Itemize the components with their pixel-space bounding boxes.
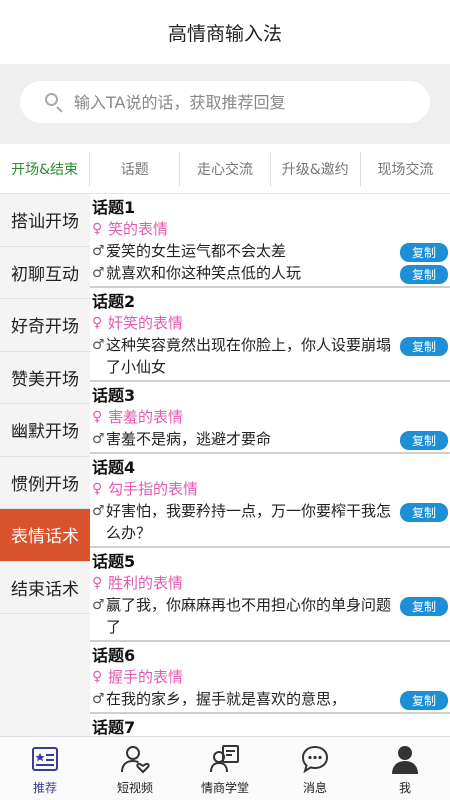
topic-title: 话题4 — [92, 458, 136, 477]
emotion-label: 握手的表情 — [108, 668, 184, 686]
emotion-label: 害羞的表情 — [108, 408, 184, 426]
tab-upgrade-invite[interactable]: 升级&邀约 — [271, 151, 361, 186]
emotion-label: 奸笑的表情 — [108, 314, 184, 332]
male-icon: ♂ — [92, 337, 105, 353]
tab-onsite-talk[interactable]: 现场交流 — [361, 152, 450, 186]
reply-text: 在我的家乡，握手就是喜欢的意思， — [106, 690, 347, 708]
reply-text: 爱笑的女生运气都不会太差 — [106, 242, 287, 260]
list-star-icon — [32, 747, 58, 771]
nav-label: 推荐 — [32, 781, 57, 795]
reply-row: ♂ 在我的家乡，握手就是喜欢的意思， 复制 — [92, 688, 450, 710]
nav-recommend[interactable]: 推荐 — [0, 737, 90, 800]
female-icon: ♀ — [92, 409, 103, 425]
copy-button[interactable]: 复制 — [400, 431, 448, 450]
female-icon: ♀ — [92, 481, 103, 497]
topic-item: 话题4 ♀ 勾手指的表情 ♂ 好害怕，我要矜持一点，万一你要榨干我怎么办？ 复制 — [90, 454, 450, 548]
female-icon: ♀ — [92, 669, 103, 685]
search-box[interactable] — [20, 81, 430, 123]
topic-title: 话题1 — [92, 198, 136, 217]
copy-button[interactable]: 复制 — [400, 265, 448, 284]
sidebar-item-first-chat[interactable]: 初聊互动 — [0, 247, 90, 299]
reply-text: 害羞不是病，逃避才要命 — [106, 430, 272, 448]
nav-label: 消息 — [302, 781, 327, 795]
nav-messages[interactable]: 消息 — [270, 737, 360, 800]
topic-title: 话题5 — [92, 552, 136, 571]
copy-button[interactable]: 复制 — [400, 243, 448, 262]
emotion-label: 笑的表情 — [108, 220, 169, 238]
male-icon: ♂ — [92, 691, 105, 707]
user-icon — [392, 746, 418, 774]
search-icon — [44, 92, 64, 113]
topic-title: 话题3 — [92, 386, 136, 405]
emotion-line: ♀ 胜利的表情 — [92, 572, 450, 594]
topic-item: 话题5 ♀ 胜利的表情 ♂ 赢了我，你麻麻再也不用担心你的单身问题了 复制 — [90, 548, 450, 642]
sidebar-item-praise-opener[interactable]: 赞美开场 — [0, 352, 90, 404]
tab-opening-ending[interactable]: 开场&结束 — [0, 151, 91, 186]
male-icon: ♂ — [92, 431, 105, 447]
topic-title: 话题6 — [92, 646, 136, 665]
emotion-line: ♀ 害羞的表情 — [92, 406, 450, 428]
reply-row: ♂ 爱笑的女生运气都不会太差 复制 — [92, 240, 450, 262]
sidebar-item-pickup-opener[interactable]: 搭讪开场 — [0, 194, 90, 247]
emotion-line: ♀ 笑的表情 — [92, 218, 450, 240]
sidebar-item-humor-opener[interactable]: 幽默开场 — [0, 404, 90, 457]
topic-list: 话题1 ♀ 笑的表情 ♂ 爱笑的女生运气都不会太差 复制 ♂ 就喜欢和你这种笑点低的人玩… — [90, 194, 450, 736]
reply-row: ♂ 好害怕，我要矜持一点，万一你要榨干我怎么办？ 复制 — [92, 500, 450, 544]
copy-button[interactable]: 复制 — [400, 337, 448, 356]
tab-heart-talk[interactable]: 走心交流 — [180, 151, 271, 186]
nav-label: 情商学堂 — [200, 781, 249, 795]
female-icon: ♀ — [92, 315, 103, 331]
male-icon: ♂ — [92, 503, 105, 519]
nav-label: 我 — [398, 781, 411, 795]
male-icon: ♂ — [92, 265, 105, 281]
app-title: 高情商输入法 — [0, 0, 450, 64]
emotion-label: 胜利的表情 — [108, 574, 184, 592]
topic-title: 话题2 — [92, 292, 136, 311]
category-tabs: 开场&结束 话题 走心交流 升级&邀约 现场交流 — [0, 144, 450, 194]
nav-label: 短视频 — [116, 781, 153, 795]
reply-text: 就喜欢和你这种笑点低的人玩 — [106, 264, 302, 282]
male-icon: ♂ — [92, 243, 105, 259]
topic-item: 话题7 — [90, 714, 450, 736]
emotion-line: ♀ 奸笑的表情 — [92, 312, 450, 334]
emotion-line: ♀ 勾手指的表情 — [92, 478, 450, 500]
female-icon: ♀ — [92, 221, 103, 237]
female-icon: ♀ — [92, 575, 103, 591]
sidebar: 搭讪开场 初聊互动 好奇开场 赞美开场 幽默开场 惯例开场 表情话术 结束话术 — [0, 194, 90, 736]
topic-item: 话题3 ♀ 害羞的表情 ♂ 害羞不是病，逃避才要命 复制 — [90, 382, 450, 454]
emotion-label: 勾手指的表情 — [108, 480, 199, 498]
male-icon: ♂ — [92, 597, 105, 613]
topic-item: 话题1 ♀ 笑的表情 ♂ 爱笑的女生运气都不会太差 复制 ♂ 就喜欢和你这种笑点低的人玩… — [90, 194, 450, 288]
nav-short-video[interactable]: 短视频 — [90, 737, 180, 800]
reply-row: ♂ 赢了我，你麻麻再也不用担心你的单身问题了 复制 — [92, 594, 450, 638]
reply-row: ♂ 就喜欢和你这种笑点低的人玩 复制 — [92, 262, 450, 284]
copy-button[interactable]: 复制 — [400, 503, 448, 522]
sidebar-item-emoji-talk[interactable]: 表情话术 — [0, 509, 90, 562]
copy-button[interactable]: 复制 — [400, 597, 448, 616]
nav-eq-school[interactable]: 情商学堂 — [180, 737, 270, 800]
sidebar-item-ending-talk[interactable]: 结束话术 — [0, 562, 90, 614]
emotion-line: ♀ 握手的表情 — [92, 666, 450, 688]
reply-text: 好害怕，我要矜持一点，万一你要榨干我怎么办？ — [106, 502, 392, 542]
topic-item: 话题6 ♀ 握手的表情 ♂ 在我的家乡，握手就是喜欢的意思， 复制 — [90, 642, 450, 714]
sidebar-item-curious-opener[interactable]: 好奇开场 — [0, 299, 90, 352]
reply-row: ♂ 害羞不是病，逃避才要命 复制 — [92, 428, 450, 450]
tab-topics[interactable]: 话题 — [90, 151, 181, 186]
chat-bubble-icon — [301, 745, 329, 774]
reply-text: 赢了我，你麻麻再也不用担心你的单身问题了 — [106, 596, 392, 636]
bottom-nav: 推荐 短视频 情商学堂 消息 我 — [0, 736, 450, 800]
user-heart-icon — [121, 746, 150, 774]
search-input[interactable] — [74, 92, 394, 112]
topic-title: 话题7 — [92, 718, 136, 736]
reply-text: 这种笑容竟然出现在你脸上，你人设要崩塌了小仙女 — [106, 336, 392, 376]
sidebar-item-routine-opener[interactable]: 惯例开场 — [0, 457, 90, 509]
search-bar — [0, 64, 450, 144]
user-board-icon — [210, 745, 239, 773]
reply-row: ♂ 这种笑容竟然出现在你脸上，你人设要崩塌了小仙女 复制 — [92, 334, 450, 378]
copy-button[interactable]: 复制 — [400, 691, 448, 710]
topic-item: 话题2 ♀ 奸笑的表情 ♂ 这种笑容竟然出现在你脸上，你人设要崩塌了小仙女 复制 — [90, 288, 450, 382]
nav-me[interactable]: 我 — [360, 737, 450, 800]
